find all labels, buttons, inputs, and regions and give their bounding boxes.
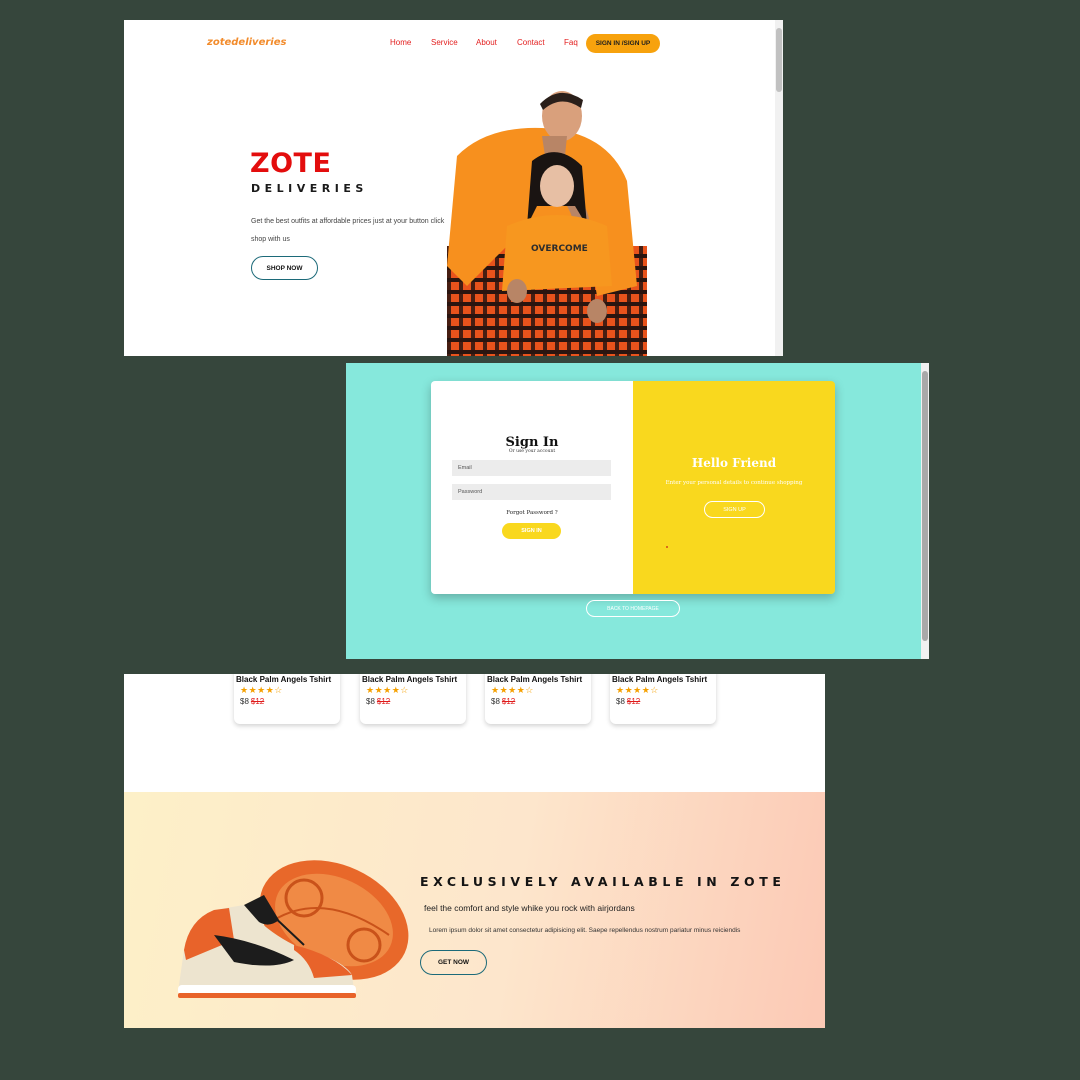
product-card[interactable]: Black Palm Angels Tshirt ★★★★☆ $8 $12 xyxy=(234,674,340,724)
hello-title: Hello Friend xyxy=(691,456,777,470)
product-name: Black Palm Angels Tshirt xyxy=(236,675,332,684)
price-old: $12 xyxy=(501,697,516,706)
signin-signup-button[interactable]: SIGN IN /SIGN UP xyxy=(586,34,660,53)
nav-contact[interactable]: Contact xyxy=(517,38,564,47)
signin-scrollbar[interactable] xyxy=(921,363,929,659)
hero-title: ZOTE xyxy=(250,148,332,179)
signin-subtitle: Or use your account xyxy=(508,449,556,454)
back-to-homepage-button[interactable]: BACK TO HOMEPAGE xyxy=(586,600,680,617)
nav-about[interactable]: About xyxy=(476,38,517,47)
product-card[interactable]: Black Palm Angels Tshirt ★★★★☆ $8 $12 xyxy=(485,674,591,724)
homepage-scrollbar[interactable] xyxy=(775,20,783,356)
price-current: $8 xyxy=(616,697,625,706)
product-price: $8 $12 xyxy=(366,697,390,706)
product-price: $8 $12 xyxy=(616,697,640,706)
password-field[interactable]: Password xyxy=(452,484,611,500)
price-current: $8 xyxy=(491,697,500,706)
signin-form-panel: Sign In Or use your account Email Passwo… xyxy=(431,381,633,594)
product-card[interactable]: Black Palm Angels Tshirt ★★★★☆ $8 $12 xyxy=(360,674,466,724)
product-price: $8 $12 xyxy=(491,697,515,706)
product-name: Black Palm Angels Tshirt xyxy=(487,675,583,684)
forgot-password-link[interactable]: Forgot Password ? xyxy=(431,510,633,516)
product-name: Black Palm Angels Tshirt xyxy=(362,675,458,684)
signin-screenshot: Sign In Or use your account Email Passwo… xyxy=(346,363,929,659)
signin-title: Sign In xyxy=(505,435,559,450)
product-rating: ★★★★☆ xyxy=(240,685,283,695)
shop-now-button[interactable]: SHOP NOW xyxy=(251,256,318,280)
nav-service[interactable]: Service xyxy=(431,38,476,47)
signin-card: Sign In Or use your account Email Passwo… xyxy=(431,381,835,594)
hero-description: Get the best outfits at affordable price… xyxy=(251,218,445,243)
nav-faq[interactable]: Faq xyxy=(564,38,587,47)
banner-subtitle: feel the comfort and style whike you roc… xyxy=(424,903,635,913)
promo-banner: EXCLUSIVELY AVAILABLE IN ZOTE feel the c… xyxy=(124,792,825,1028)
price-old: $12 xyxy=(250,697,265,706)
welcome-panel: Hello Friend Enter your personal details… xyxy=(633,381,835,594)
products-screenshot: Black Palm Angels Tshirt ★★★★☆ $8 $12 Bla… xyxy=(124,674,825,1028)
banner-title: EXCLUSIVELY AVAILABLE IN ZOTE xyxy=(420,874,786,889)
price-old: $12 xyxy=(376,697,391,706)
decorative-dot xyxy=(666,546,668,548)
hero-couple-image: OVERCOME xyxy=(447,91,647,356)
homepage-screenshot: zotedeliveries Home Service About Contac… xyxy=(124,20,783,356)
sneakers-image xyxy=(178,860,409,998)
product-name: Black Palm Angels Tshirt xyxy=(612,675,708,684)
main-nav: Home Service About Contact Faq xyxy=(390,38,587,47)
site-logo[interactable]: zotedeliveries xyxy=(207,37,286,48)
sweatshirt-print: OVERCOME xyxy=(531,244,588,254)
nav-home[interactable]: Home xyxy=(390,38,431,47)
scrollbar-thumb[interactable] xyxy=(776,28,782,92)
email-field[interactable]: Email xyxy=(452,460,611,476)
signin-button[interactable]: SIGN IN xyxy=(502,523,561,539)
product-rating: ★★★★☆ xyxy=(491,685,534,695)
product-card[interactable]: Black Palm Angels Tshirt ★★★★☆ $8 $12 xyxy=(610,674,716,724)
hello-text: Enter your personal details to continue … xyxy=(665,480,803,486)
hero-subtitle: DELIVERIES xyxy=(251,182,368,195)
product-rating: ★★★★☆ xyxy=(366,685,409,695)
scrollbar-thumb[interactable] xyxy=(922,371,928,641)
signup-button[interactable]: SIGN UP xyxy=(704,501,765,518)
price-current: $8 xyxy=(366,697,375,706)
price-current: $8 xyxy=(240,697,249,706)
get-now-button[interactable]: GET NOW xyxy=(420,950,487,975)
product-price: $8 $12 xyxy=(240,697,264,706)
product-rating: ★★★★☆ xyxy=(616,685,659,695)
price-old: $12 xyxy=(626,697,641,706)
banner-description: Lorem ipsum dolor sit amet consectetur a… xyxy=(429,927,741,934)
